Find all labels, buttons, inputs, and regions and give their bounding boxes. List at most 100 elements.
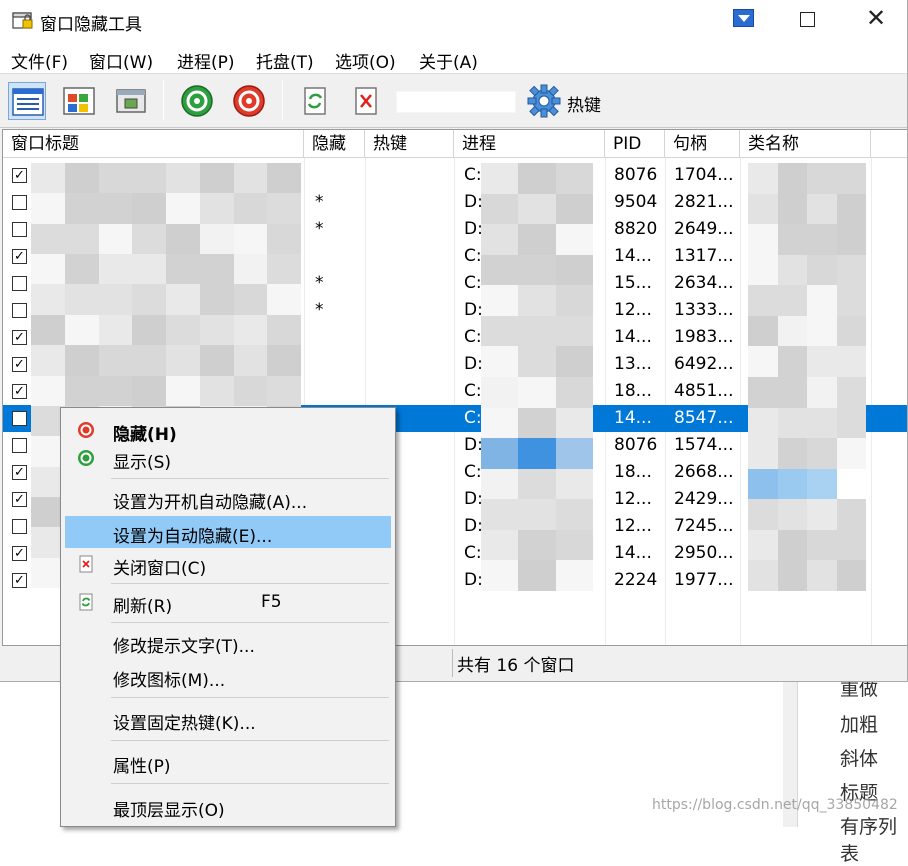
menu-item-fixed-hotkey[interactable]: 设置固定热键(K)...	[65, 703, 391, 735]
cell-handle: 8547...	[674, 408, 734, 428]
show-button[interactable]	[178, 82, 216, 120]
menu-file[interactable]: 文件(F)	[11, 48, 68, 73]
cell-hidden	[315, 324, 355, 351]
windows-icon	[63, 87, 95, 115]
italic-item[interactable]: 斜体	[840, 744, 878, 771]
row-checkbox[interactable]: ✓	[12, 357, 27, 372]
windows-button[interactable]	[60, 82, 98, 120]
menu-item-edit-icon[interactable]: 修改图标(M)...	[65, 660, 391, 692]
menu-process[interactable]: 进程(P)	[177, 48, 235, 73]
row-checkbox[interactable]: ✓	[12, 465, 27, 480]
hide-icon	[78, 422, 94, 438]
menu-about[interactable]: 关于(A)	[419, 48, 478, 73]
dropdown-button[interactable]	[733, 9, 754, 27]
column-hotkey[interactable]: 热键	[365, 130, 454, 158]
list-view-button[interactable]	[8, 82, 46, 120]
menu-item-show[interactable]: 显示(S)	[65, 442, 391, 474]
cell-pid: 2224	[614, 570, 658, 590]
window-button[interactable]	[112, 82, 150, 120]
window-icon	[116, 89, 146, 113]
menu-item-label: 修改图标(M)...	[113, 671, 226, 691]
row-checkbox[interactable]: ✓	[12, 384, 27, 399]
cell-pid: 8076	[614, 435, 658, 455]
refresh-icon	[79, 593, 93, 611]
close-button[interactable]: ✕	[866, 6, 886, 30]
ordered-list-item[interactable]: 有序列表	[840, 812, 908, 866]
window-title: 窗口隐藏工具	[40, 15, 142, 35]
close-window-button[interactable]	[347, 82, 385, 120]
toolbar-separator	[163, 80, 164, 120]
list-header: 窗口标题 隐藏 热键 进程 PID 句柄 类名称	[3, 130, 907, 158]
menu-item-autohide-startup[interactable]: 设置为开机自动隐藏(A)...	[65, 482, 391, 514]
menu-item-label: 设置为自动隐藏(E)...	[113, 527, 273, 547]
row-checkbox[interactable]	[12, 438, 27, 453]
menu-item-autohide[interactable]: 设置为自动隐藏(E)...	[65, 516, 391, 548]
watermark: https://blog.csdn.net/qq_33850482	[652, 797, 898, 813]
row-checkbox[interactable]	[12, 519, 27, 534]
title-bar[interactable]: 窗口隐藏工具 ✕	[0, 0, 907, 42]
row-checkbox[interactable]: ✓	[12, 492, 27, 507]
row-checkbox[interactable]	[12, 222, 27, 237]
status-text: 共有 16 个窗口	[457, 656, 575, 676]
cell-hidden	[315, 351, 355, 378]
row-checkbox[interactable]	[12, 276, 27, 291]
cell-handle: 6492...	[674, 354, 734, 374]
show-icon	[78, 450, 94, 466]
bold-item[interactable]: 加粗	[840, 710, 878, 737]
refresh-button[interactable]	[296, 82, 334, 120]
hotkey-label[interactable]: 热键	[567, 91, 601, 116]
cell-hidden	[315, 162, 355, 189]
cell-pid: 8820	[614, 219, 658, 239]
cell-hidden	[315, 378, 355, 405]
menu-item-label: 刷新(R)	[113, 597, 173, 617]
cell-pid: 13...	[614, 354, 652, 374]
menu-separator	[111, 622, 389, 623]
row-checkbox[interactable]: ✓	[12, 330, 27, 345]
cell-hidden	[315, 243, 355, 270]
hide-icon	[233, 85, 265, 117]
column-class-name[interactable]: 类名称	[740, 130, 871, 158]
row-checkbox[interactable]: ✓	[12, 168, 27, 183]
row-checkbox[interactable]: ✓	[12, 249, 27, 264]
context-menu: 隐藏(H) 显示(S) 设置为开机自动隐藏(A)... 设置为自动隐藏(E)..…	[60, 407, 396, 827]
cell-pid: 14...	[614, 327, 652, 347]
hide-button[interactable]	[230, 82, 268, 120]
maximize-button[interactable]	[800, 12, 815, 27]
row-checkbox[interactable]: ✓	[12, 546, 27, 561]
column-handle[interactable]: 句柄	[665, 130, 740, 158]
show-icon	[181, 85, 213, 117]
row-checkbox[interactable]	[12, 411, 27, 426]
menu-options[interactable]: 选项(O)	[335, 48, 396, 73]
cell-hidden: *	[315, 300, 324, 320]
hotkey-textbox[interactable]	[396, 91, 516, 113]
row-checkbox[interactable]	[12, 195, 27, 210]
cell-pid: 8076	[614, 165, 658, 185]
menu-window[interactable]: 窗口(W)	[89, 48, 153, 73]
cell-handle: 1704...	[674, 165, 734, 185]
menu-item-accelerator: F5	[261, 592, 282, 612]
menu-item-properties[interactable]: 属性(P)	[65, 746, 391, 778]
menu-separator	[111, 697, 389, 698]
column-pid[interactable]: PID	[605, 130, 665, 158]
column-process[interactable]: 进程	[454, 130, 605, 158]
cell-handle: 2634...	[674, 273, 734, 293]
column-window-title[interactable]: 窗口标题	[3, 130, 304, 158]
menu-item-label: 最顶层显示(O)	[113, 801, 225, 821]
menu-item-close-window[interactable]: 关闭窗口(C)	[65, 548, 391, 580]
menu-item-refresh[interactable]: 刷新(R) F5	[65, 586, 391, 618]
menu-item-topmost[interactable]: 最顶层显示(O)	[65, 790, 391, 822]
menu-tray[interactable]: 托盘(T)	[256, 48, 314, 73]
row-checkbox[interactable]: ✓	[12, 573, 27, 588]
gear-icon[interactable]	[525, 82, 563, 120]
cell-handle: 1317...	[674, 246, 734, 266]
row-checkbox[interactable]	[12, 303, 27, 318]
app-icon	[12, 12, 33, 29]
menu-item-edit-tooltip[interactable]: 修改提示文字(T)...	[65, 626, 391, 658]
cell-handle: 7245...	[674, 516, 734, 536]
cell-pid: 14...	[614, 246, 652, 266]
cell-pid: 12...	[614, 300, 652, 320]
menu-separator	[111, 783, 389, 784]
column-hidden[interactable]: 隐藏	[304, 130, 365, 158]
menu-separator	[111, 583, 389, 584]
cell-pid: 9504	[614, 192, 658, 212]
